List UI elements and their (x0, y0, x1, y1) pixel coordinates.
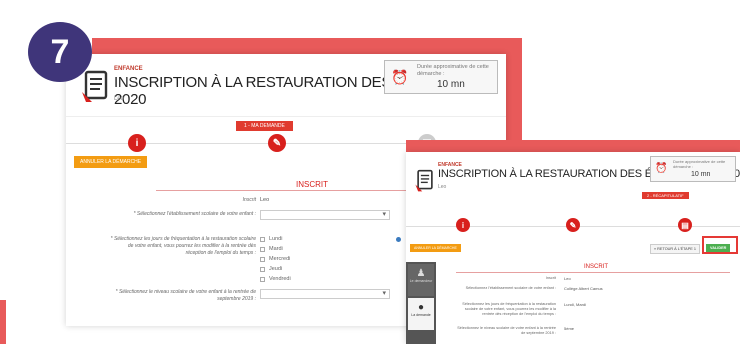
category-label: ENFANCE (114, 66, 143, 72)
screen-step-2: ENFANCE INSCRIPTION À LA RESTAURATION DE… (406, 152, 740, 344)
duration-box: ⏰ Durée approximative de cette démarche … (650, 156, 736, 182)
chat-icon: ● (417, 302, 425, 313)
days-label: * Sélectionnez les jours de fréquentatio… (110, 236, 256, 256)
days-value: Lundi, Mardi (564, 302, 587, 307)
section-title: INSCRIT (584, 264, 608, 270)
pencil-icon[interactable]: ✎ (268, 134, 286, 152)
decorative-red-bar-second (406, 140, 740, 152)
checkbox-label: Vendredi (269, 276, 291, 282)
school-label: * Sélectionnez l'établissement scolaire … (133, 211, 256, 217)
decorative-red-strip (0, 300, 6, 344)
checkbox-mercredi[interactable]: Mercredi (260, 256, 290, 262)
duration-box: ⏰ Durée approximative de cette démarche … (384, 60, 498, 94)
checkbox-label: Lundi (269, 236, 283, 242)
person-icon: ♟ (416, 268, 426, 279)
school-value: Collège Albert Camus (564, 286, 603, 291)
sidebar-item-label: Le demandeur (409, 279, 433, 283)
info-icon[interactable]: i (128, 134, 146, 152)
checkbox-mardi[interactable]: Mardi (260, 246, 283, 252)
page-subtitle: Leo (438, 184, 447, 190)
info-icon[interactable]: i (456, 218, 470, 232)
checkbox-icon[interactable] (260, 256, 265, 262)
help-icon[interactable] (396, 237, 401, 242)
checkbox-label: Mardi (269, 246, 283, 252)
section-title: INSCRIT (296, 180, 328, 189)
inscrit-label: Inscrit (242, 197, 256, 203)
decorative-red-bar (92, 38, 512, 54)
decorative-red-bar-vertical (506, 38, 522, 152)
level-select[interactable] (260, 289, 390, 299)
checkbox-icon[interactable] (260, 276, 265, 282)
duration-label: Durée approximative de cette démarche : (417, 64, 489, 77)
level-value: 5ème (564, 326, 575, 331)
level-label: * Sélectionnez le niveau scolaire de vot… (115, 289, 256, 302)
school-label: Sélectionnez l'établissement scolaire de… (465, 286, 556, 290)
inscrit-value: Leo (564, 276, 571, 281)
duration-value: 10 mn (691, 171, 711, 178)
inscrit-value: Leo (260, 197, 270, 203)
page-subtitle: Leo (114, 96, 125, 102)
step-label: 1 - MA DEMANDE (236, 121, 293, 131)
section-divider (456, 272, 730, 273)
alarm-clock-icon: ⏰ (391, 69, 409, 85)
checkbox-label: Mercredi (269, 256, 291, 262)
checkbox-icon[interactable] (260, 236, 265, 242)
step-label: 2 - RÉCAPITULATIF (642, 192, 689, 199)
duration-value: 10 mn (437, 79, 465, 90)
form-icon[interactable]: ▤ (678, 218, 692, 232)
school-select[interactable] (260, 210, 390, 220)
sidebar: ♟ Le demandeur ● La demande (406, 262, 436, 344)
page-header: ENFANCE INSCRIPTION À LA RESTAURATION DE… (66, 54, 506, 116)
page-header: ENFANCE INSCRIPTION À LA RESTAURATION DE… (406, 152, 740, 204)
cancel-button[interactable]: ANNULER LA DÉMARCHE (410, 244, 461, 252)
cancel-button[interactable]: ANNULER LA DÉMARCHE (74, 156, 148, 168)
inscrit-label: Inscrit (545, 276, 556, 280)
sidebar-item-label: La demande (411, 313, 431, 317)
sidebar-item-demande[interactable]: ● La demande (408, 298, 434, 330)
checkbox-jeudi[interactable]: Jeudi (260, 266, 282, 272)
checkbox-icon[interactable] (260, 266, 265, 272)
checkbox-vendredi[interactable]: Vendredi (260, 276, 291, 282)
checkbox-icon[interactable] (260, 246, 265, 252)
document-form-icon (82, 70, 108, 102)
checkbox-label: Jeudi (269, 266, 283, 272)
days-label: Sélectionnez les jours de fréquentation … (462, 302, 556, 316)
sidebar-item-demandeur[interactable]: ♟ Le demandeur (408, 264, 434, 296)
action-bar: ANNULER LA DÉMARCHE « RETOUR À L'ÉTAPE 1… (406, 240, 740, 262)
document-form-icon (415, 169, 433, 192)
pencil-icon[interactable]: ✎ (566, 218, 580, 232)
step-progress: i ✎ ▤ (406, 204, 740, 240)
duration-label: Durée approximative de cette démarche : (673, 159, 726, 169)
back-to-step-1-button[interactable]: « RETOUR À L'ÉTAPE 1 (650, 244, 700, 254)
alarm-clock-icon: ⏰ (655, 163, 668, 174)
validate-highlight-box (702, 236, 738, 254)
level-label: Sélectionnez le niveau scolaire de votre… (457, 326, 556, 335)
checkbox-lundi[interactable]: Lundi (260, 236, 282, 242)
step-number-badge: 7 (28, 22, 92, 82)
